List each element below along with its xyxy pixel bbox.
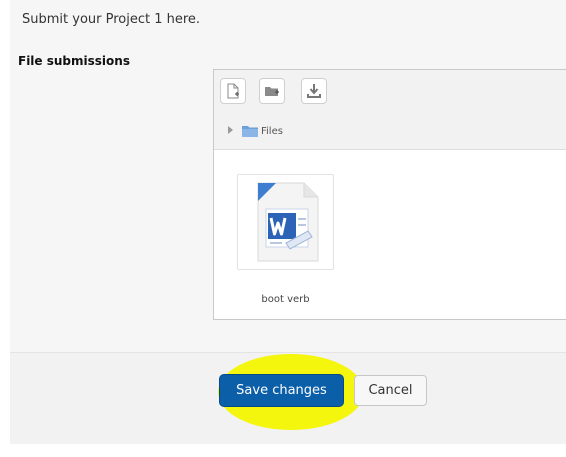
add-file-icon bbox=[227, 83, 239, 99]
path-files-label[interactable]: Files bbox=[261, 126, 283, 137]
expand-arrow-icon[interactable] bbox=[228, 126, 233, 134]
file-manager: Files boot verb bbox=[213, 69, 566, 320]
download-icon bbox=[307, 84, 321, 98]
create-folder-button[interactable] bbox=[259, 78, 285, 104]
add-file-button[interactable] bbox=[220, 78, 246, 104]
file-path-bar: Files bbox=[214, 114, 566, 150]
create-folder-icon bbox=[265, 87, 279, 96]
file-thumbnail[interactable] bbox=[237, 174, 334, 270]
assignment-intro-text: Submit your Project 1 here. bbox=[22, 12, 201, 27]
word-document-icon bbox=[257, 182, 319, 262]
download-all-button[interactable] bbox=[301, 78, 327, 104]
file-name-label[interactable]: boot verb bbox=[237, 294, 334, 305]
save-changes-button[interactable]: Save changes bbox=[219, 374, 344, 407]
assignment-submission-page: Submit your Project 1 here. File submiss… bbox=[0, 0, 566, 457]
folder-icon bbox=[242, 126, 258, 137]
file-manager-toolbar bbox=[214, 70, 566, 115]
cancel-button[interactable]: Cancel bbox=[354, 375, 427, 406]
file-submissions-label: File submissions bbox=[18, 54, 130, 68]
